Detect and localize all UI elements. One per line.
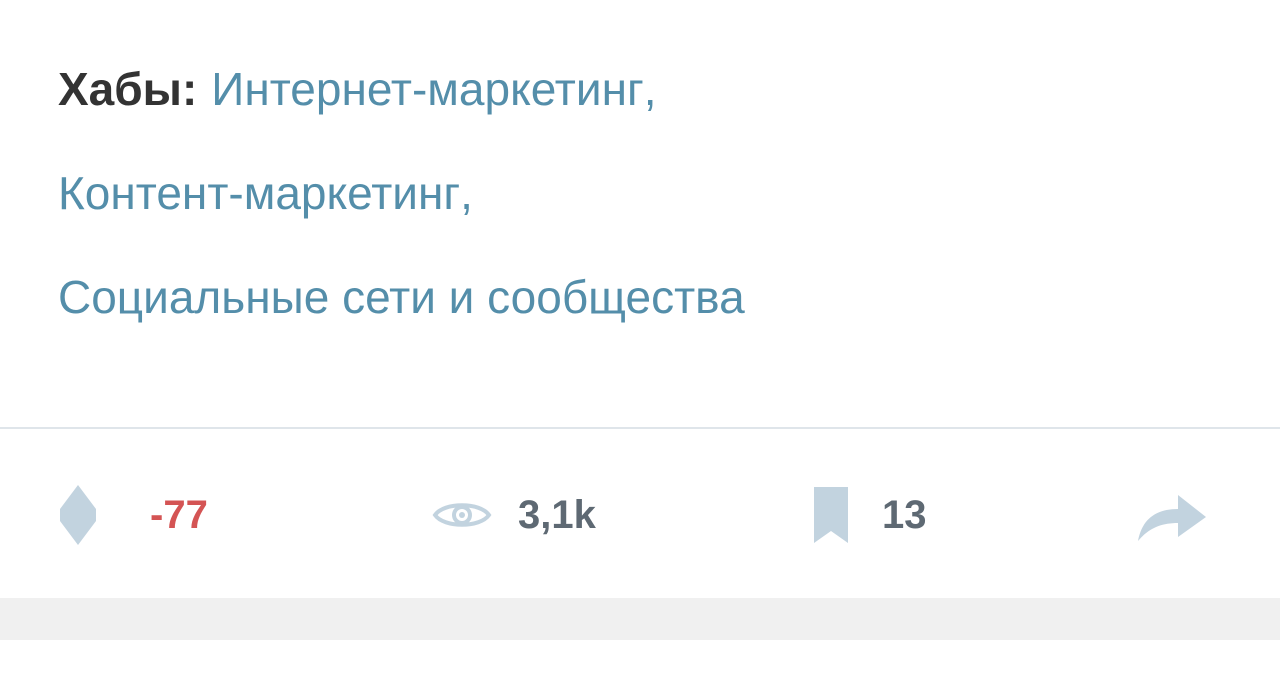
views-count: 3,1k <box>518 492 596 537</box>
eye-icon <box>432 498 492 532</box>
bookmark-icon <box>812 485 850 545</box>
post-stats-bar: -77 3,1k 13 <box>0 480 1280 550</box>
hubs-line-2: Контент-маркетинг , <box>58 156 1238 260</box>
bookmarks-count: 13 <box>882 492 927 537</box>
hubs-line-3: Социальные сети и сообщества <box>58 260 1238 364</box>
rating-value: -77 <box>150 492 208 537</box>
divider <box>0 427 1280 429</box>
rating-diamond-icon <box>56 483 100 547</box>
post-footer: Хабы: Интернет-маркетинг , Контент-марке… <box>0 0 1280 682</box>
hub-link-social-networks[interactable]: Социальные сети и сообщества <box>58 260 745 334</box>
section-separator-band <box>0 598 1280 640</box>
hub-separator: , <box>460 167 473 219</box>
views-stat: 3,1k <box>432 480 596 550</box>
rating-stat[interactable]: -77 <box>56 480 208 550</box>
hubs-section: Хабы: Интернет-маркетинг , Контент-марке… <box>58 52 1238 364</box>
hubs-label: Хабы: <box>58 63 198 115</box>
hub-separator: , <box>643 63 657 115</box>
share-button[interactable] <box>1134 480 1210 550</box>
hubs-line-1: Хабы: Интернет-маркетинг , <box>58 52 1238 156</box>
bookmarks-stat[interactable]: 13 <box>812 480 927 550</box>
hub-link-content-marketing[interactable]: Контент-маркетинг <box>58 156 460 230</box>
share-arrow-icon <box>1134 485 1210 545</box>
hub-link-internet-marketing[interactable]: Интернет-маркетинг <box>211 52 643 126</box>
